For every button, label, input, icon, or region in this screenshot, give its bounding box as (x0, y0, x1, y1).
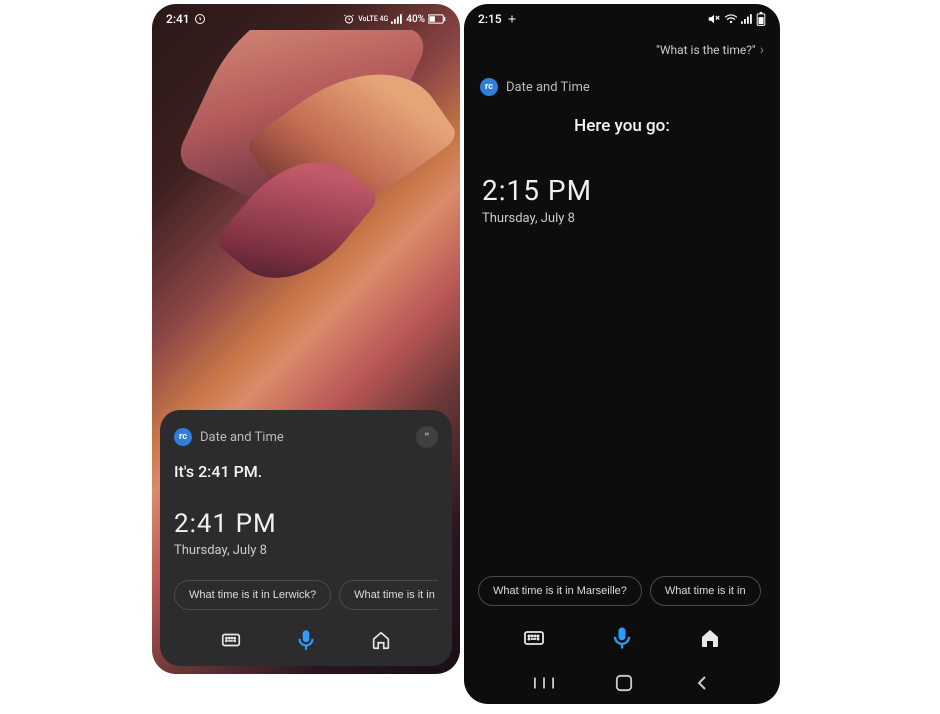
recents-icon (534, 675, 554, 691)
back-icon (694, 675, 710, 691)
battery-icon (428, 14, 446, 24)
plus-icon (506, 13, 518, 25)
suggestion-chip[interactable]: What time is it in (650, 576, 761, 606)
response-text: It's 2:41 PM. (174, 462, 438, 481)
wallpaper: rc Date and Time ❞ It's 2:41 PM. 2:41 PM… (152, 30, 460, 674)
time-display: 2:15 PM (482, 174, 780, 207)
suggestion-chip[interactable]: What time is it in Marseille? (478, 576, 642, 606)
nav-home-button[interactable] (615, 674, 633, 692)
mic-button[interactable] (292, 626, 320, 654)
status-time: 2:41 (166, 12, 190, 26)
suggestion-chips: What time is it in Marseille? What time … (464, 576, 780, 606)
card-title: Date and Time (506, 80, 590, 95)
home-button[interactable] (367, 626, 395, 654)
wifi-icon (724, 13, 738, 25)
battery-icon (756, 12, 766, 26)
mic-button[interactable] (608, 624, 636, 652)
time-display: 2:41 PM (174, 509, 438, 539)
suggestion-chip[interactable]: What time is it in Vale (339, 580, 438, 610)
app-icon: rc (480, 78, 498, 96)
phone-screen-left: 2:41 VoLTE 4G 40% rc Date and Time ❞ It'… (152, 4, 460, 674)
mic-icon (293, 627, 319, 653)
navigation-bar (464, 664, 780, 704)
status-time: 2:15 (478, 12, 502, 26)
quote-icon[interactable]: ❞ (416, 426, 438, 448)
keyboard-button[interactable] (520, 624, 548, 652)
home-icon (370, 629, 392, 651)
keyboard-icon (220, 629, 242, 651)
query-text: "What is the time?" (656, 43, 756, 57)
response-heading: Here you go: (464, 116, 780, 136)
clock-icon (194, 13, 206, 25)
assistant-card: rc Date and Time ❞ It's 2:41 PM. 2:41 PM… (160, 410, 452, 666)
mic-icon (608, 623, 636, 653)
query-header[interactable]: "What is the time?" › (464, 36, 780, 70)
chevron-right-icon: › (760, 42, 764, 58)
mute-icon (707, 13, 721, 25)
date-display: Thursday, July 8 (482, 211, 780, 226)
alarm-icon (343, 13, 355, 25)
date-display: Thursday, July 8 (174, 543, 438, 558)
keyboard-icon (522, 626, 546, 650)
status-bar: 2:41 VoLTE 4G 40% (152, 4, 460, 30)
suggestion-chip[interactable]: What time is it in Lerwick? (174, 580, 331, 610)
phone-screen-right: 2:15 "What is the time?" › rc Date and T… (464, 4, 780, 704)
home-button[interactable] (696, 624, 724, 652)
nav-home-icon (615, 674, 633, 692)
network-indicator: VoLTE 4G (358, 16, 388, 23)
card-title: Date and Time (200, 430, 284, 445)
battery-percent: 40% (406, 14, 425, 25)
recents-button[interactable] (534, 675, 554, 691)
back-button[interactable] (694, 675, 710, 691)
status-bar: 2:15 (464, 4, 780, 30)
signal-icon (391, 14, 403, 24)
home-icon (698, 626, 722, 650)
suggestion-chips: What time is it in Lerwick? What time is… (174, 580, 438, 610)
signal-icon (741, 14, 753, 24)
app-icon: rc (174, 428, 192, 446)
keyboard-button[interactable] (217, 626, 245, 654)
